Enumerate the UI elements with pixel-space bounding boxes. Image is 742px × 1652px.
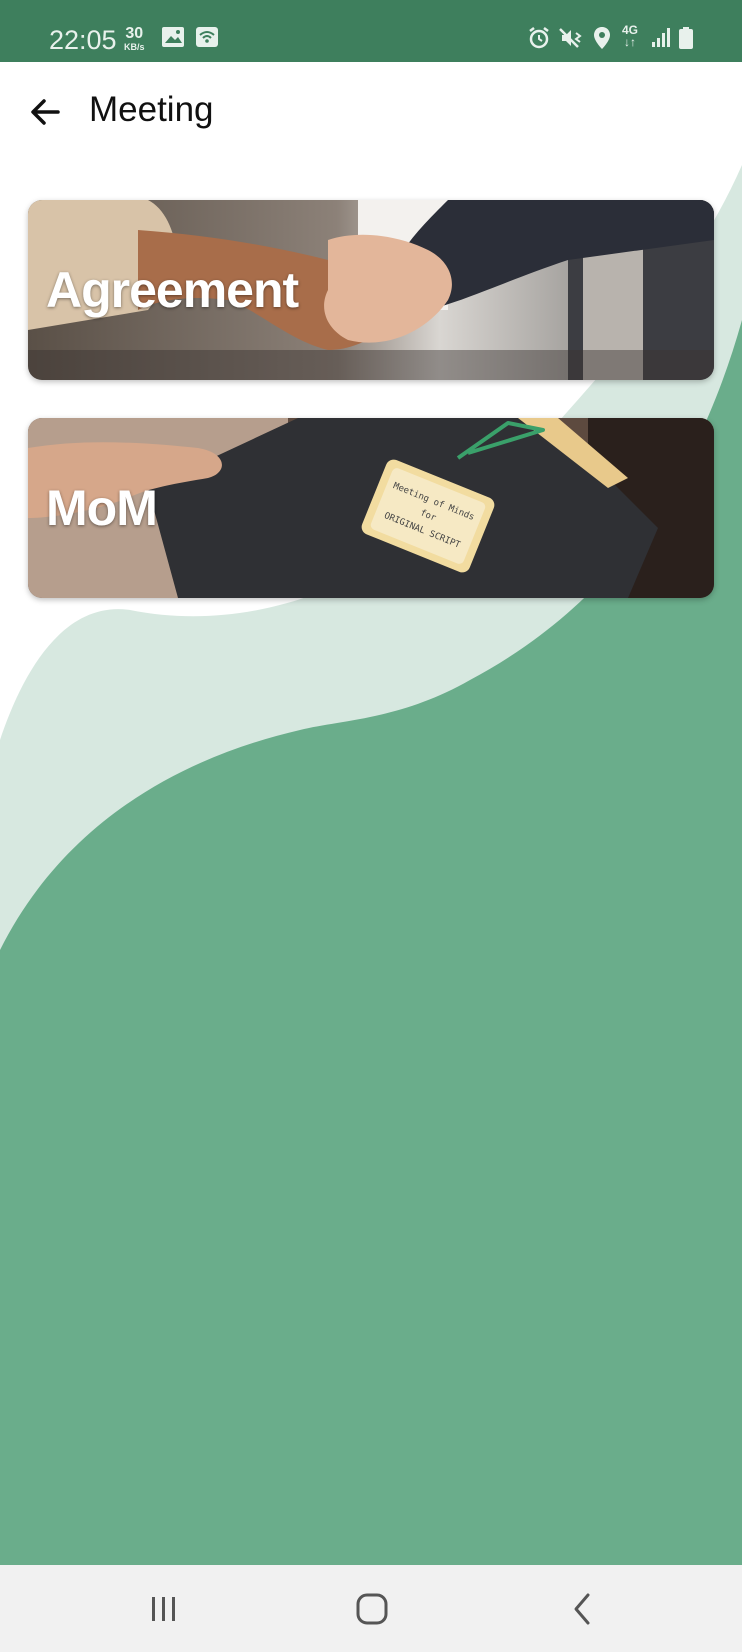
net-speed-unit: KB/s	[124, 42, 145, 52]
nav-back-button[interactable]	[560, 1589, 604, 1629]
recent-apps-icon	[152, 1597, 175, 1621]
agreement-card-label: Agreement	[46, 262, 299, 318]
alarm-icon	[527, 26, 551, 55]
mom-card-label: MoM	[46, 480, 158, 536]
net-speed: 30 KB/s	[124, 25, 145, 53]
back-button[interactable]	[26, 92, 66, 132]
battery-icon	[678, 26, 694, 55]
back-icon	[574, 1593, 590, 1625]
network-type-icon: 4G ↓↑	[622, 23, 639, 49]
net-speed-value: 30	[125, 25, 144, 42]
mom-card[interactable]: Meeting of Minds for ORIGINAL SCRIPT MoM	[28, 418, 714, 598]
system-nav-bar	[0, 1565, 742, 1652]
page-title: Meeting	[89, 90, 214, 129]
wifi-hotspot-icon	[195, 26, 219, 53]
app-bar: Meeting	[0, 62, 742, 162]
agreement-card[interactable]: Agreement	[28, 200, 714, 380]
home-icon	[356, 1593, 388, 1625]
signal-icon	[650, 26, 672, 53]
location-icon	[592, 26, 612, 55]
recent-apps-button[interactable]	[142, 1589, 186, 1629]
gallery-icon	[161, 26, 185, 53]
status-time: 22:05	[49, 25, 117, 55]
arrow-left-icon	[31, 99, 60, 125]
home-button[interactable]	[350, 1589, 394, 1629]
mute-vibrate-icon	[558, 26, 584, 55]
status-bar: 22:05 30 KB/s 4G ↓↑	[0, 0, 742, 62]
